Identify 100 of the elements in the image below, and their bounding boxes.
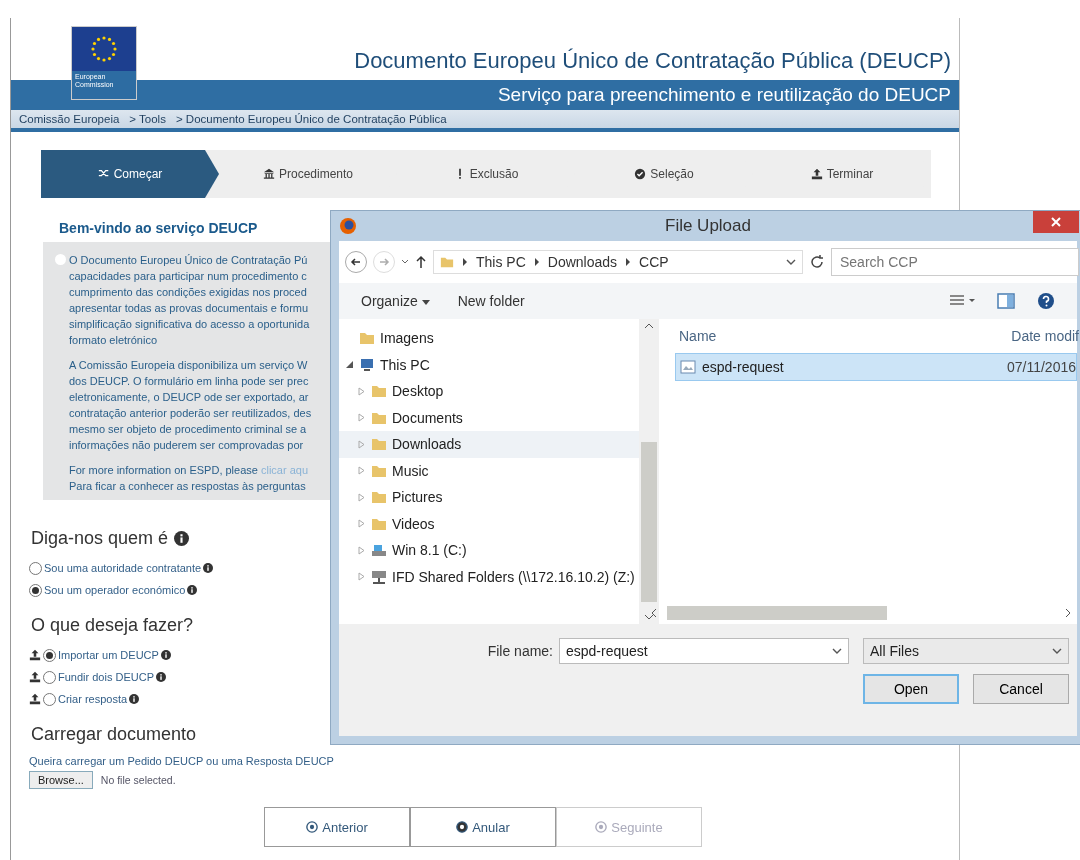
collapsed-arrow-icon[interactable] (357, 413, 366, 423)
refresh-icon[interactable] (809, 254, 825, 270)
collapsed-arrow-icon[interactable] (357, 439, 366, 449)
search-field[interactable]: Search CCP (831, 248, 1079, 276)
drive-icon (371, 542, 387, 559)
toolbar-button[interactable]: Organize (361, 293, 430, 309)
help-icon[interactable] (1037, 292, 1055, 310)
path-segment[interactable]: This PC (476, 254, 526, 270)
collapsed-arrow-icon[interactable] (357, 572, 366, 582)
up-arrow-icon[interactable] (415, 255, 427, 269)
back-arrow-icon (350, 256, 362, 268)
circle-icon (595, 821, 608, 833)
intro-text: For more information on ESPD, please (69, 463, 258, 478)
tree-item[interactable]: Pictures (339, 484, 639, 511)
breadcrumb-link[interactable]: > Documento Europeu Único de Contratação Pública (175, 113, 447, 125)
folder-icon (371, 383, 387, 400)
folder-icon (371, 436, 387, 453)
tree-item[interactable]: Documents (339, 404, 639, 431)
dropdown-caret-icon[interactable] (401, 259, 409, 265)
collapsed-arrow-icon[interactable] (357, 492, 366, 502)
upload-icon (810, 168, 823, 180)
vertical-scrollbar[interactable] (639, 319, 659, 624)
radio-button[interactable] (43, 670, 56, 684)
dialog-title: File Upload (665, 216, 751, 236)
folder-icon (440, 255, 454, 269)
collapsed-arrow-icon[interactable] (357, 519, 366, 529)
column-header[interactable]: Date modif (1011, 328, 1079, 344)
collapsed-arrow-icon[interactable] (357, 466, 366, 476)
tree-item[interactable]: IFD Shared Folders (\\172.16.10.2) (Z:) (339, 563, 639, 590)
address-bar[interactable]: This PC Downloads CCP (433, 250, 803, 274)
file-type-dropdown[interactable]: All Files (863, 638, 1069, 664)
intro-text: Para ficar a conhecer as respostas às perguntas (69, 479, 306, 494)
file-name-field[interactable]: espd-request (559, 638, 849, 664)
bank-icon (262, 168, 275, 180)
collapsed-arrow-icon[interactable] (357, 545, 366, 555)
collapsed-arrow-icon[interactable] (357, 386, 366, 396)
upload-icon (29, 693, 41, 705)
expanded-arrow-icon[interactable] (345, 360, 354, 370)
tree-item[interactable]: Music (339, 457, 639, 484)
intro-text: apresentar todas as provas documentais e formu (69, 301, 309, 316)
nav-button[interactable]: Anular (410, 807, 556, 847)
scroll-up-icon[interactable] (644, 323, 654, 329)
column-header[interactable]: Name (679, 328, 717, 344)
tree-item[interactable]: Desktop (339, 378, 639, 405)
intro-text: contratação anterior poderão ser reutilizados, des (69, 406, 312, 421)
check-circle-icon (634, 168, 647, 180)
file-icon (680, 359, 696, 375)
subtitle: Serviço para preenchimento e reutilização do DEUCP (497, 84, 951, 106)
path-segment[interactable]: CCP (639, 254, 669, 270)
chevron-icon (625, 258, 632, 266)
upload-icon (29, 671, 41, 683)
path-segment[interactable]: Downloads (547, 254, 618, 270)
dialog-button[interactable]: Cancel (973, 674, 1069, 704)
radio-button[interactable] (43, 692, 56, 706)
view-options-icon[interactable] (949, 294, 975, 308)
toolbar-button[interactable]: New folder (457, 293, 525, 309)
option-label: Criar resposta (58, 693, 128, 705)
option-label: Sou uma autoridade contratante (44, 562, 202, 574)
close-button[interactable] (1033, 211, 1079, 233)
option-label: Importar um DEUCP (58, 649, 159, 661)
dropdown-caret-icon[interactable] (786, 258, 796, 266)
radio-button[interactable] (29, 583, 42, 597)
browser-icon (339, 217, 357, 235)
radio-button[interactable] (29, 561, 42, 575)
wizard-step[interactable]: Começar (41, 150, 219, 198)
tree-item[interactable]: Imagens (339, 325, 639, 352)
dropdown-caret-icon (832, 647, 842, 655)
intro-text: mesmo ser objeto de procedimento criminal se a (69, 422, 307, 437)
intro-text: cumprimento das condições exigidas nos proced (69, 285, 307, 300)
nav-button[interactable]: Anterior (264, 807, 410, 847)
folder-icon (371, 489, 387, 506)
network-drive-icon (371, 568, 387, 585)
tree-item[interactable]: This PC (339, 351, 639, 378)
scroll-right-icon[interactable] (1065, 608, 1071, 618)
option-label: Fundir dois DEUCP (58, 671, 154, 683)
dialog-button[interactable]: Open (863, 674, 959, 704)
radio-button[interactable] (43, 648, 56, 662)
intro-text: simplificação significativa do acesso a oportunida (69, 317, 310, 332)
breadcrumb-link[interactable]: > Tools (129, 113, 166, 125)
intro-text: dos DEUCP. O formulário em linha pode ser prec (69, 374, 309, 389)
tree-item[interactable]: Win 8.1 (C:) (339, 537, 639, 564)
option-label: Sou um operador económico (44, 584, 186, 596)
computer-icon (359, 356, 375, 373)
forward-arrow-icon (378, 256, 390, 268)
intro-text: eletronicamente, o DEUCP ode ser exportado, ar (69, 390, 309, 405)
welcome-heading: Bem-vindo ao serviço DEUCP (59, 220, 258, 236)
tree-item[interactable]: Videos (339, 510, 639, 537)
intro-text: O Documento Europeu Único de Contratação Pú (69, 253, 308, 268)
file-name-label: File name: (487, 643, 553, 659)
breadcrumb-link[interactable]: Comissão Europeia (19, 113, 120, 125)
file-row[interactable]: espd-request 07/11/2016 (675, 353, 1077, 381)
browse-button[interactable]: Browse... (29, 771, 93, 789)
intro-text: formato eletrónico (69, 333, 158, 348)
intro-text: capacidades para participar num procedimento c (69, 269, 307, 284)
tree-item[interactable]: Downloads (339, 431, 639, 458)
back-button[interactable] (345, 251, 367, 273)
chevron-icon (533, 258, 540, 266)
cancel-icon (456, 821, 469, 833)
close-icon (1051, 217, 1061, 227)
preview-pane-icon[interactable] (997, 293, 1015, 309)
